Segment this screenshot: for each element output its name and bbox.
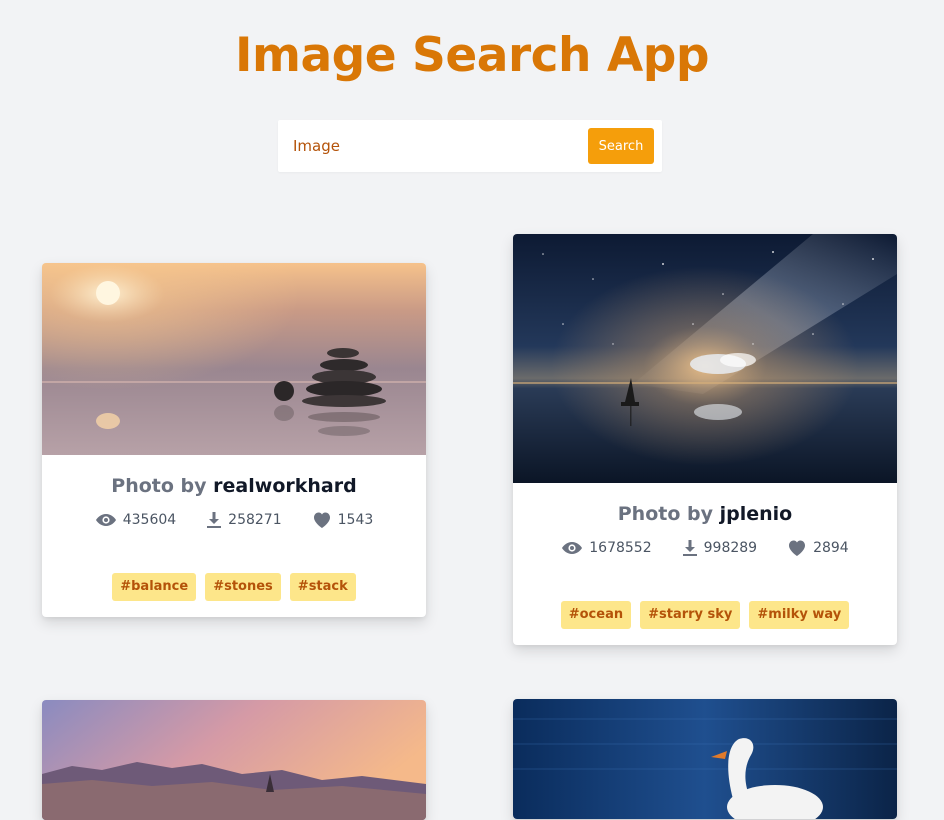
tag[interactable]: #stones [205, 573, 281, 601]
eye-icon [562, 542, 583, 554]
card-image[interactable] [42, 263, 426, 455]
photo-credit: Photo by realworkhard [42, 475, 426, 497]
heart-icon [789, 540, 806, 556]
tag[interactable]: #ocean [560, 601, 632, 629]
likes-count: 2894 [813, 540, 849, 556]
downloads-stat: 258271 [206, 511, 282, 529]
download-icon [682, 540, 697, 556]
downloads-count: 258271 [228, 512, 282, 528]
card-body: Photo by jplenio 1678552 998289 2894 #oc… [513, 483, 897, 645]
image-stats: 435604 258271 1543 [42, 511, 426, 529]
photo-credit: Photo by jplenio [513, 503, 897, 525]
likes-count: 1543 [337, 512, 374, 528]
download-icon [207, 512, 222, 528]
tag[interactable]: #milky way [749, 601, 850, 629]
heart-icon [313, 512, 330, 528]
author-name: realworkhard [213, 475, 357, 497]
downloads-count: 998289 [703, 540, 758, 556]
tag-list: #balance #stones #stack [42, 573, 426, 601]
tag[interactable]: #stack [289, 573, 356, 601]
views-count: 1678552 [589, 540, 652, 556]
image-card [42, 700, 426, 820]
card-image[interactable] [513, 699, 897, 819]
photo-by-label: Photo by [111, 475, 207, 497]
views-stat: 1678552 [561, 539, 652, 557]
search-input[interactable] [278, 120, 593, 172]
search-button[interactable]: Search [588, 128, 654, 164]
image-card [513, 699, 897, 819]
image-card: Photo by jplenio 1678552 998289 2894 #oc… [513, 234, 897, 645]
views-count: 435604 [122, 512, 177, 528]
tag[interactable]: #balance [112, 573, 197, 601]
search-form: Search [278, 120, 662, 172]
downloads-stat: 998289 [682, 539, 757, 557]
card-body: Photo by realworkhard 435604 258271 1543… [42, 455, 426, 617]
likes-stat: 1543 [312, 511, 374, 529]
card-image[interactable] [42, 700, 426, 820]
image-card: Photo by realworkhard 435604 258271 1543… [42, 263, 426, 617]
views-stat: 435604 [95, 511, 176, 529]
likes-stat: 2894 [787, 539, 849, 557]
tag[interactable]: #starry sky [640, 601, 741, 629]
eye-icon [95, 514, 116, 526]
author-name: jplenio [719, 503, 793, 525]
image-stats: 1678552 998289 2894 [513, 539, 897, 557]
photo-by-label: Photo by [617, 503, 713, 525]
tag-list: #ocean #starry sky #milky way [513, 601, 897, 629]
card-image[interactable] [513, 234, 897, 483]
page-title: Image Search App [234, 28, 710, 83]
